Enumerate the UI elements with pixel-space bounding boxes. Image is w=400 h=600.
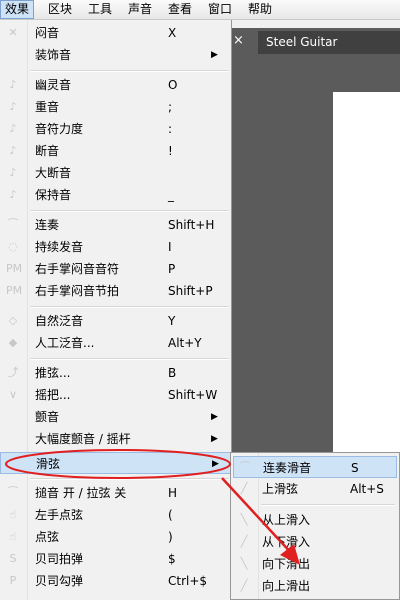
menu-separator	[30, 210, 229, 212]
slide-submenu: ⁀ 连奏滑音 S ╱ 上滑弦 Alt+S ╲ 从上滑入 ╱ 从下滑入 ╲ 向下滑…	[230, 452, 400, 600]
menu-separator	[30, 358, 229, 360]
menu-item-whammy-bar[interactable]: ∨ 摇把... Shift+W	[0, 384, 231, 406]
mute-icon: ✕	[8, 26, 18, 39]
submenu-item-slide-out-up[interactable]: ╱ 向上滑出	[233, 575, 397, 597]
menu-item-grace-notes[interactable]: 装饰音 ▶	[0, 44, 231, 66]
menu-item-slap[interactable]: S 贝司拍弹 $	[0, 548, 231, 570]
left-hand-tap-icon: ☝	[9, 508, 17, 521]
natural-harmonic-icon: ◇	[8, 314, 18, 327]
let-ring-icon: ◌	[8, 240, 18, 253]
menu-item-hammer-on[interactable]: ⁀ 搥音 开 / 拉弦 关 H	[0, 482, 231, 504]
menu-item-wide-vibrato[interactable]: 大幅度颤音 / 摇杆 ▶	[0, 428, 231, 450]
menu-sound[interactable]: 声音	[124, 0, 156, 19]
hammer-on-icon: ⁀	[8, 486, 18, 499]
menu-item-ghost-note[interactable]: ♪ 幽灵音 O	[0, 74, 231, 96]
accent-icon: ♪	[9, 100, 17, 113]
menu-effects[interactable]: 效果	[0, 0, 35, 19]
menu-item-palm-mute-note[interactable]: PM 右手掌闷音音符 P	[0, 258, 231, 280]
palm-mute-beat-icon: PM	[6, 284, 23, 297]
menu-bar: 效果 区块 工具 声音 查看 窗口 帮助	[0, 0, 400, 20]
menu-item-tenuto[interactable]: ♪ 保持音 _	[0, 184, 231, 206]
palm-mute-icon: PM	[6, 262, 23, 275]
menu-item-bend[interactable]: ⤴ 推弦... B	[0, 362, 231, 384]
menu-item-left-hand-tap[interactable]: ☝ 左手点弦 (	[0, 504, 231, 526]
ghost-note-icon: ♪	[9, 78, 17, 91]
menu-item-mute[interactable]: ✕ 闷音 X	[0, 22, 231, 44]
menu-item-slide[interactable]: 滑弦 ▶	[0, 452, 231, 474]
slap-icon: S	[9, 552, 17, 565]
whammy-bar-icon: ∨	[8, 388, 18, 401]
submenu-item-slide-in-above[interactable]: ╲ 从上滑入	[233, 509, 397, 531]
menu-item-vibrato[interactable]: 颤音 ▶	[0, 406, 231, 428]
menu-separator	[30, 70, 229, 72]
staccatissimo-icon: ♪	[9, 166, 17, 179]
menu-item-tapping[interactable]: ☝ 点弦 )	[0, 526, 231, 548]
menu-separator	[30, 478, 229, 480]
submenu-arrow-icon: ▶	[211, 50, 218, 60]
slide-in-above-icon: ╲	[240, 513, 248, 526]
slide-out-up-icon: ╱	[240, 579, 248, 592]
legato-icon: ⁀	[8, 218, 18, 231]
menu-item-natural-harmonic[interactable]: ◇ 自然泛音 Y	[0, 310, 231, 332]
menu-item-staccato[interactable]: ♪ 断音 !	[0, 140, 231, 162]
submenu-item-slide-out-down[interactable]: ╲ 向下滑出	[233, 553, 397, 575]
menu-help[interactable]: 帮助	[244, 0, 276, 19]
menu-item-legato[interactable]: ⁀ 连奏 Shift+H	[0, 214, 231, 236]
menu-tools[interactable]: 工具	[84, 0, 116, 19]
submenu-arrow-icon: ▶	[211, 412, 218, 422]
bend-icon: ⤴	[7, 366, 19, 379]
staccato-icon: ♪	[9, 144, 17, 157]
menu-window[interactable]: 窗口	[204, 0, 236, 19]
menu-item-staccatissimo[interactable]: ♪ 大断音	[0, 162, 231, 184]
submenu-item-slide-in-below[interactable]: ╱ 从下滑入	[233, 531, 397, 553]
slide-in-below-icon: ╱	[240, 535, 248, 548]
velocity-icon: ♪	[9, 122, 17, 135]
submenu-item-shift-slide[interactable]: ╱ 上滑弦 Alt+S	[233, 478, 397, 500]
slide-out-down-icon: ╲	[240, 557, 248, 570]
menu-item-palm-mute-beat[interactable]: PM 右手掌闷音节拍 Shift+P	[0, 280, 231, 302]
menu-item-accent[interactable]: ♪ 重音 ;	[0, 96, 231, 118]
document-tab-steel-guitar[interactable]: Steel Guitar	[258, 31, 400, 54]
legato-slide-icon: ⁀	[240, 461, 250, 474]
menu-blocks[interactable]: 区块	[44, 0, 76, 19]
tapping-icon: ☝	[9, 530, 17, 543]
submenu-arrow-icon: ▶	[212, 459, 219, 469]
effects-dropdown-menu: ✕ 闷音 X 装饰音 ▶ ♪ 幽灵音 O ♪ 重音 ; ♪ 音符力度 : ♪ 断…	[0, 20, 232, 600]
menu-separator	[30, 306, 229, 308]
submenu-separator	[261, 504, 395, 506]
submenu-item-legato-slide[interactable]: ⁀ 连奏滑音 S	[233, 456, 397, 478]
tab-close-icon[interactable]: ×	[233, 34, 244, 48]
menu-view[interactable]: 查看	[164, 0, 196, 19]
pop-icon: P	[9, 574, 17, 587]
menu-item-velocity[interactable]: ♪ 音符力度 :	[0, 118, 231, 140]
menu-item-artificial-harmonic[interactable]: ◆ 人工泛音... Alt+Y	[0, 332, 231, 354]
submenu-arrow-icon: ▶	[211, 434, 218, 444]
artificial-harmonic-icon: ◆	[8, 336, 18, 349]
menu-item-let-ring[interactable]: ◌ 持续发音 I	[0, 236, 231, 258]
shift-slide-icon: ╱	[240, 482, 248, 495]
menu-item-pop[interactable]: P 贝司勾弹 Ctrl+$	[0, 570, 231, 592]
tenuto-icon: ♪	[9, 188, 17, 201]
